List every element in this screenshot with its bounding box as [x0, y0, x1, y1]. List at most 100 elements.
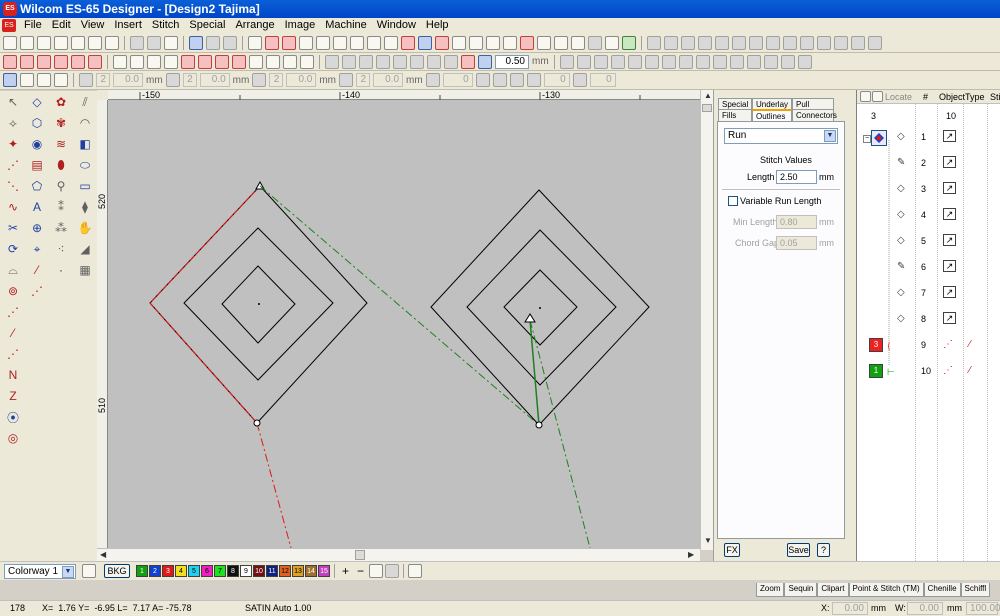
color-chip-10[interactable]: 10 — [253, 565, 265, 577]
flower-icon[interactable]: ✿ — [51, 93, 71, 111]
effect-k-icon[interactable] — [729, 54, 744, 69]
effect-e-icon[interactable] — [627, 54, 642, 69]
stitch-type-a-icon[interactable] — [3, 54, 17, 69]
rows-count-3[interactable]: 2 — [269, 73, 284, 87]
effect-d-icon[interactable] — [610, 54, 625, 69]
stitch-player-icon[interactable] — [605, 35, 619, 50]
bucket-icon[interactable]: ⬮ — [51, 156, 71, 174]
show-bitmap-icon[interactable] — [503, 35, 517, 50]
polygon-select-icon[interactable]: ⟡ — [3, 114, 23, 132]
stitch-type-select[interactable]: Run ▼ — [724, 128, 838, 144]
effect-o-icon[interactable] — [797, 54, 812, 69]
color-chip-13[interactable]: 13 — [292, 565, 304, 577]
reshape-icon[interactable]: ◇ — [27, 93, 47, 111]
table-row[interactable]: 3 ⟨ ⋰ ⁄ 9 — [857, 333, 1000, 359]
lettering-icon[interactable] — [647, 35, 661, 50]
show-functions-icon[interactable] — [486, 35, 500, 50]
tool-h-icon[interactable] — [800, 35, 814, 50]
rows-count-2[interactable]: 2 — [182, 73, 197, 87]
vertical-scroll-thumb[interactable] — [702, 104, 712, 112]
run-zigzag-icon[interactable]: ∿ — [3, 198, 23, 216]
tab-connectors[interactable]: Connectors — [792, 109, 837, 121]
tab-outlines[interactable]: Outlines — [752, 109, 792, 121]
show-background-icon[interactable] — [384, 35, 398, 50]
rows-value-3[interactable]: 0.0 — [286, 73, 317, 87]
pattern-e-icon[interactable] — [181, 54, 195, 69]
z-stitch-icon[interactable]: Z — [3, 387, 23, 405]
effect-n-icon[interactable] — [780, 54, 795, 69]
circle-icon[interactable] — [588, 35, 602, 50]
collapse-icon[interactable] — [860, 91, 871, 102]
help-button[interactable]: ? — [817, 543, 830, 557]
pattern-h-icon[interactable] — [232, 54, 246, 69]
spacing-input[interactable]: 0.50 — [495, 54, 529, 69]
table-row[interactable]: ✎ ↗ 2 — [857, 151, 1000, 177]
stitch-type-d-icon[interactable] — [54, 54, 68, 69]
chord-gap-input[interactable]: 0.05 — [776, 236, 817, 250]
pattern-run-c-icon[interactable] — [54, 73, 68, 87]
color-a-icon[interactable] — [461, 54, 475, 69]
crosshair-icon[interactable]: ⊕ — [27, 219, 47, 237]
effect-g-icon[interactable] — [661, 54, 676, 69]
angle-input-2[interactable]: 0 — [543, 73, 570, 87]
color-chip-8[interactable]: 8 — [227, 565, 239, 577]
menu-view[interactable]: View — [76, 18, 110, 33]
stitch-type-b-icon[interactable] — [20, 54, 34, 69]
effect-h-icon[interactable] — [678, 54, 693, 69]
mirror-icon[interactable]: ⧫ — [75, 198, 95, 216]
rows-count-1[interactable]: 2 — [96, 73, 110, 87]
show-outlines-icon[interactable] — [469, 35, 483, 50]
locate-button[interactable]: Locate — [885, 92, 912, 102]
color-chip-5[interactable]: 5 — [188, 565, 200, 577]
color-film-icon[interactable] — [418, 35, 432, 50]
save-all-icon[interactable] — [54, 35, 68, 50]
save-button[interactable]: Save — [787, 543, 810, 557]
color-chip-11[interactable]: 11 — [266, 565, 278, 577]
manual-stitch-b-icon[interactable]: ⁄ — [3, 324, 23, 342]
pattern-g-icon[interactable] — [215, 54, 229, 69]
color-chip-3[interactable]: 3 — [162, 565, 174, 577]
pattern-b-icon[interactable] — [130, 54, 144, 69]
design-canvas[interactable] — [108, 100, 700, 548]
align-c-icon[interactable] — [359, 54, 373, 69]
paste-icon[interactable] — [164, 35, 178, 50]
cut-tool-icon[interactable]: ✂ — [3, 219, 23, 237]
color-b-icon[interactable] — [478, 54, 492, 69]
new-icon[interactable] — [3, 35, 17, 50]
thread-chart-icon[interactable] — [369, 564, 384, 578]
outline-icon[interactable] — [316, 35, 330, 50]
menu-edit[interactable]: Edit — [47, 18, 76, 33]
draw-fill-icon[interactable] — [282, 35, 296, 50]
cut-icon[interactable] — [130, 35, 144, 50]
undo-icon[interactable] — [189, 35, 203, 50]
color-chip-6[interactable]: 6 — [201, 565, 213, 577]
add-color-button[interactable]: + — [339, 564, 352, 578]
effect-b-icon[interactable] — [576, 54, 591, 69]
copy-icon[interactable] — [147, 35, 161, 50]
rectangle-icon[interactable]: ▭ — [75, 177, 95, 195]
menu-file[interactable]: File — [19, 18, 47, 33]
stitch-1-icon[interactable]: ⸱ — [51, 261, 71, 279]
rows-icon[interactable] — [79, 73, 93, 87]
tab-zoom[interactable]: Zoom — [756, 583, 785, 597]
background-button[interactable]: BKG — [104, 564, 130, 578]
pattern-run-b-icon[interactable] — [37, 73, 51, 87]
effect-f-icon[interactable] — [644, 54, 659, 69]
cloud-b-icon[interactable] — [300, 54, 314, 69]
color-chip-15[interactable]: 15 — [318, 565, 330, 577]
tool-j-icon[interactable] — [834, 35, 848, 50]
ribbon-icon[interactable]: ≋ — [51, 135, 71, 153]
color-chip-9[interactable]: 9 — [240, 565, 252, 577]
stitch-type-e-icon[interactable] — [71, 54, 85, 69]
tab-chenille[interactable]: Chenille — [923, 583, 961, 597]
effect-l-icon[interactable] — [746, 54, 761, 69]
stitch-10-icon[interactable]: ⁖ — [51, 240, 71, 258]
menu-image[interactable]: Image — [280, 18, 321, 33]
align-f-icon[interactable] — [410, 54, 424, 69]
pattern-d-icon[interactable] — [164, 54, 178, 69]
tab-clipart[interactable]: Clipart — [817, 583, 849, 597]
skew-icon[interactable] — [572, 73, 587, 87]
document-icon[interactable]: ES — [2, 19, 16, 32]
pattern-a-icon[interactable] — [113, 54, 127, 69]
table-row[interactable]: ◇ ↗ 7 — [857, 281, 1000, 307]
